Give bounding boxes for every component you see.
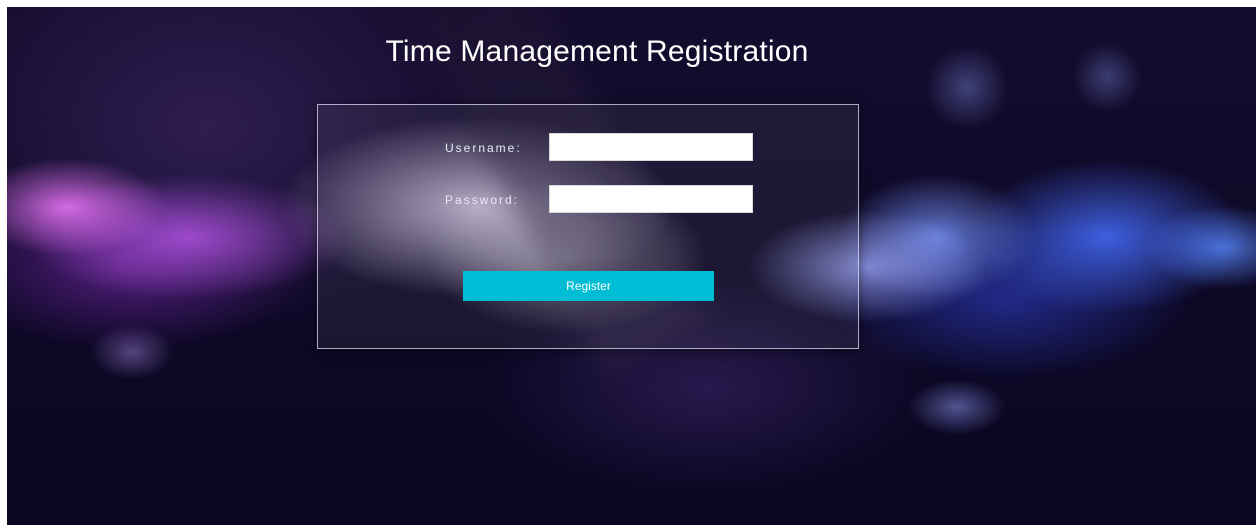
page-title: Time Management Registration bbox=[385, 35, 809, 68]
page-viewport: Time Management Registration Username: P… bbox=[7, 7, 1256, 525]
password-input[interactable] bbox=[549, 185, 753, 213]
username-label: Username: bbox=[445, 141, 522, 155]
password-label: Password: bbox=[445, 193, 520, 207]
username-input[interactable] bbox=[549, 133, 753, 161]
register-button[interactable]: Register bbox=[463, 271, 714, 301]
registration-form-panel: Username: Password: Register bbox=[317, 104, 859, 349]
